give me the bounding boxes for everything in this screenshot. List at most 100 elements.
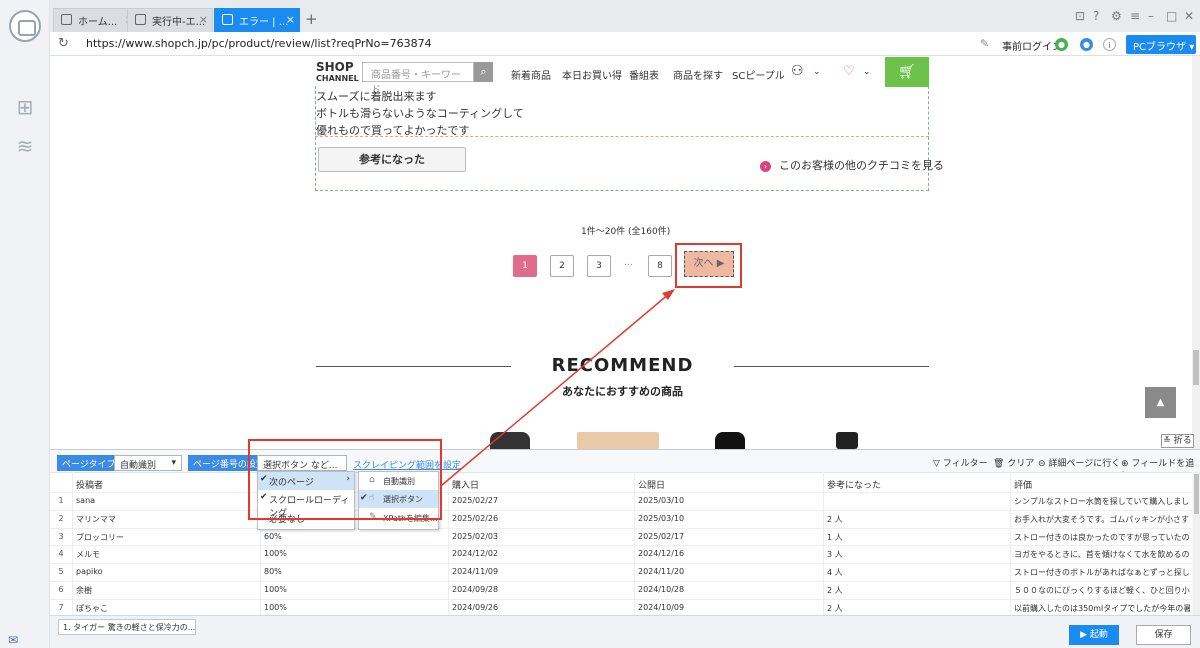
save-button[interactable]: 保存 xyxy=(1136,625,1191,645)
table-cell-review[interactable]: お手入れが大変そうです。ゴムパッキンが小さすぎ... xyxy=(1014,514,1190,525)
task-breadcrumb[interactable]: 1. タイガー 驚きの軽さと保冷力の... xyxy=(58,619,196,635)
page-1-button[interactable]: 1 xyxy=(513,255,537,277)
page-scrollbar[interactable] xyxy=(1192,56,1200,449)
table-cell-purchase[interactable]: 2025/02/03 xyxy=(452,532,632,541)
table-cell-rate[interactable]: 100% xyxy=(264,549,444,558)
table-cell-rate[interactable]: 100% xyxy=(264,585,444,594)
table-cell-poster[interactable]: ぽちゃこ xyxy=(76,603,256,614)
table-cell-review[interactable]: ５００なのにびっくりするほど軽く、ひと回り小さ... xyxy=(1014,585,1190,596)
minimize-icon[interactable]: – xyxy=(1148,9,1154,23)
table-cell-poster[interactable]: papiko xyxy=(76,567,256,576)
heart-icon[interactable]: ♡ xyxy=(843,64,855,79)
table-cell-review[interactable]: ヨガをやるときに、首を傾けなくて水を飲めるのは... xyxy=(1014,549,1190,560)
pc-browser-button[interactable]: PCブラウザ ▾ xyxy=(1126,35,1196,54)
product-image[interactable] xyxy=(836,432,858,449)
table-cell-review[interactable]: ストロー付きのは良かったのですが思っていたのと... xyxy=(1014,532,1190,543)
clear-button[interactable]: 🗑︎ クリア xyxy=(993,456,1034,469)
table-cell-publish[interactable]: 2025/02/17 xyxy=(638,532,818,541)
table-cell-purchase[interactable]: 2024/11/09 xyxy=(452,567,632,576)
table-cell-review[interactable]: シンプルなストロー水筒を探していて購入しました... xyxy=(1014,496,1190,507)
table-cell-publish[interactable]: 2024/12/16 xyxy=(638,549,818,558)
table-cell-helpful[interactable]: 3 人 xyxy=(827,549,1007,560)
url-text[interactable]: https://www.shopch.jp/pc/product/review/… xyxy=(86,37,432,50)
product-image[interactable] xyxy=(577,432,659,449)
table-cell-publish[interactable]: 2025/03/10 xyxy=(638,514,818,523)
table-cell-poster[interactable]: 余樹 xyxy=(76,585,256,596)
table-cell-publish[interactable]: 2024/10/28 xyxy=(638,585,818,594)
table-cell-purchase[interactable]: 2024/09/28 xyxy=(452,585,632,594)
table-cell-review[interactable]: ストロー付きのボトルがあればなぁとずっと探して... xyxy=(1014,567,1190,578)
login-button[interactable]: 事前ログイン xyxy=(1002,38,1062,53)
table-cell-rate[interactable]: 60% xyxy=(264,532,444,541)
column-header-poster[interactable]: 投稿者 xyxy=(76,474,103,492)
filter-button[interactable]: ▽ フィルター xyxy=(933,456,988,469)
column-header-helpful[interactable]: 参考になった xyxy=(827,474,881,492)
detail-page-button[interactable]: ⊝ 詳細ページに行く xyxy=(1038,456,1120,469)
page-3-button[interactable]: 3 xyxy=(587,255,611,277)
edit-icon[interactable]: ✎ xyxy=(980,37,989,50)
fold-button[interactable]: ≚ 折る xyxy=(1161,434,1194,448)
page-2-button[interactable]: 2 xyxy=(550,255,574,277)
table-cell-poster[interactable]: メルモ xyxy=(76,549,256,560)
info-icon[interactable]: i xyxy=(1103,38,1116,51)
column-header-publish[interactable]: 公開日 xyxy=(638,474,665,492)
back-to-top-button[interactable]: ▲ xyxy=(1145,387,1176,418)
table-cell-review[interactable]: 以前購入したのは350mlタイプでしたが今年の暑さ... xyxy=(1014,603,1190,614)
page-8-button[interactable]: 8 xyxy=(648,255,672,277)
table-cell-poster[interactable]: ブロッコリー xyxy=(76,532,256,543)
tab-running[interactable]: p 実行中-エ...× xyxy=(127,8,213,32)
chevron-down-icon[interactable]: ⌄ xyxy=(863,67,871,77)
settings-icon[interactable]: ⚙ xyxy=(1111,9,1122,23)
table-cell-publish[interactable]: 2024/11/20 xyxy=(638,567,818,576)
shop-search-input[interactable]: 商品番号・キーワード xyxy=(362,62,474,96)
account-icon[interactable]: ⚇ xyxy=(791,63,804,79)
nav-people[interactable]: SCピープル xyxy=(732,67,785,82)
run-button[interactable]: ▶ 起動 xyxy=(1069,625,1119,645)
table-cell-purchase[interactable]: 2025/02/27 xyxy=(452,496,632,505)
tab-error[interactable]: p エラー | ...× xyxy=(214,8,300,32)
new-tab-icon[interactable]: + xyxy=(305,10,318,28)
product-image[interactable] xyxy=(490,432,530,449)
reload-icon[interactable]: ↻ xyxy=(58,36,69,51)
nav-search[interactable]: 商品を探す xyxy=(673,67,723,82)
column-header-review[interactable]: 評価 xyxy=(1014,474,1032,492)
table-cell-purchase[interactable]: 2024/12/02 xyxy=(452,549,632,558)
helpful-button[interactable]: 参考になった xyxy=(318,147,466,172)
user-icon[interactable]: ● xyxy=(1080,38,1093,51)
close-icon[interactable]: × xyxy=(199,13,208,26)
table-cell-helpful[interactable]: 4 人 xyxy=(827,567,1007,578)
status-icon[interactable]: ● xyxy=(1055,38,1068,51)
shop-logo[interactable]: SHOP CHANNEL xyxy=(316,61,359,84)
table-cell-helpful[interactable]: 1 人 xyxy=(827,532,1007,543)
close-icon[interactable]: × xyxy=(286,13,295,26)
table-cell-rate[interactable]: 100% xyxy=(264,603,444,612)
table-cell-rate[interactable]: 80% xyxy=(264,567,444,576)
table-scroll-thumb[interactable] xyxy=(1194,474,1199,514)
table-cell-publish[interactable]: 2025/03/10 xyxy=(638,496,818,505)
help-icon[interactable]: ? xyxy=(1093,9,1099,23)
table-cell-poster[interactable]: マリンママ xyxy=(76,514,256,525)
close-window-icon[interactable]: ✕ xyxy=(1184,9,1194,23)
nav-new[interactable]: 新着商品 xyxy=(511,67,551,82)
table-cell-helpful[interactable]: 2 人 xyxy=(827,585,1007,596)
table-cell-publish[interactable]: 2024/10/09 xyxy=(638,603,818,612)
maximize-icon[interactable]: □ xyxy=(1166,9,1177,23)
nav-deal[interactable]: 本日お買い得 xyxy=(562,67,622,82)
layers-icon[interactable]: ≋ xyxy=(13,135,37,159)
page-type-select[interactable]: 自動識別 ▾ xyxy=(114,455,182,471)
search-icon[interactable]: ⌕ xyxy=(474,62,493,82)
mail-icon[interactable]: ✉ xyxy=(8,633,18,647)
column-header-purchase[interactable]: 購入日 xyxy=(452,474,479,492)
table-cell-purchase[interactable]: 2024/09/26 xyxy=(452,603,632,612)
menu-icon[interactable]: ≡ xyxy=(1130,9,1140,23)
new-task-icon[interactable]: ⊞ xyxy=(13,96,37,120)
table-cell-helpful[interactable]: 2 人 xyxy=(827,603,1007,614)
other-reviews-link[interactable]: › このお客様の他のクチコミを見る xyxy=(760,157,944,173)
gift-icon[interactable]: ⊡ xyxy=(1075,9,1085,23)
nav-schedule[interactable]: 番組表 xyxy=(629,67,659,82)
table-cell-poster[interactable]: sana xyxy=(76,496,256,505)
product-image[interactable] xyxy=(715,432,745,449)
table-cell-purchase[interactable]: 2025/02/26 xyxy=(452,514,632,523)
table-cell-helpful[interactable]: 2 人 xyxy=(827,514,1007,525)
cart-icon[interactable]: 🛒︎ xyxy=(885,57,929,87)
